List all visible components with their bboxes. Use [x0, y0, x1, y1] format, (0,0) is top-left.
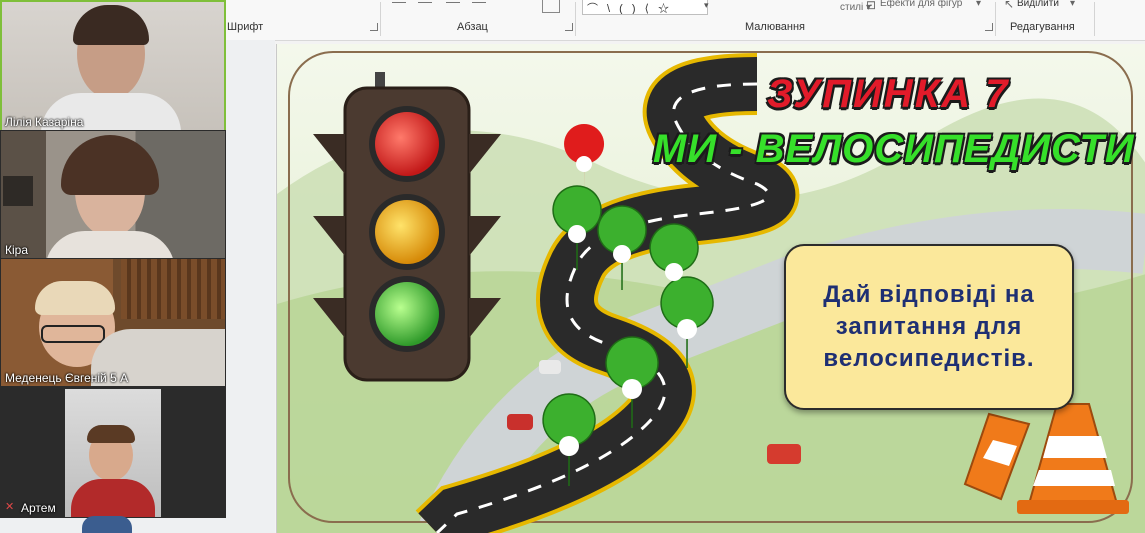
drawing-dialog-launcher-icon[interactable] [985, 23, 993, 31]
ribbon-separator [1094, 2, 1095, 36]
car [767, 444, 801, 464]
ribbon-separator [995, 2, 996, 36]
editing-group-label: Редагування [1010, 21, 1075, 33]
effects-icon[interactable]: ⊡ [866, 0, 876, 12]
justify-icon[interactable] [472, 2, 486, 3]
select-dropdown-icon[interactable]: ▾ [1070, 0, 1075, 9]
shapes-gallery[interactable]: ⌒ \ ( ) ⟨ ☆ [582, 0, 708, 15]
font-group-label: Шрифт [227, 21, 264, 33]
participant-name: Лілія Казаріна [5, 115, 84, 129]
slide-canvas[interactable]: ЗУПИНКА 7 МИ - ВЕЛОСИПЕДИСТИ Дай відпові… [276, 44, 1145, 533]
gallery-dropdown-icon[interactable]: ▾ [704, 0, 709, 11]
align-center-icon[interactable] [418, 2, 432, 3]
select-button[interactable]: Виділити [1017, 0, 1059, 9]
participant-name: Меденець Євгеній 5 А [5, 371, 129, 385]
ribbon-separator [575, 2, 576, 36]
car [539, 360, 561, 374]
align-right-icon[interactable] [446, 2, 460, 3]
participant-glasses [41, 325, 105, 343]
participant-hair [61, 135, 159, 195]
participant-video [65, 389, 161, 517]
wall-picture [3, 176, 33, 206]
slide-title-cyclists: МИ - ВЕЛОСИПЕДИСТИ [653, 127, 1135, 171]
video-tile-participant-1[interactable]: Лілія Казаріна [0, 0, 226, 132]
participant-hair [73, 5, 149, 45]
yellow-light [375, 200, 439, 264]
participant-shirt [45, 231, 175, 259]
video-tile-participant-3[interactable]: Меденець Євгеній 5 А [0, 258, 226, 388]
participant-shirt [71, 479, 155, 517]
video-tile-participant-4[interactable]: ✕ Артем [0, 386, 226, 518]
microphone-muted-icon: ✕ [5, 501, 15, 513]
car [507, 414, 533, 430]
ribbon-separator [380, 2, 381, 36]
columns-icon[interactable] [542, 0, 560, 13]
video-tile-participant-2[interactable]: Кіра [0, 130, 226, 260]
participant-hair [35, 281, 115, 315]
participant-name: Кіра [5, 243, 29, 257]
furniture-background [121, 259, 225, 319]
drawing-group-label: Малювання [745, 21, 806, 33]
participant-name: Артем [21, 501, 56, 515]
slide-title-stop: ЗУПИНКА 7 [767, 72, 1010, 116]
paragraph-group-label: Абзац [457, 21, 488, 33]
question-text: Дай відповіді на запитання для велосипед… [823, 281, 1035, 372]
red-light [375, 112, 439, 176]
green-light [375, 282, 439, 346]
align-left-icon[interactable] [392, 2, 406, 3]
styles-label[interactable]: стилі [840, 2, 863, 13]
cursor-icon: ↖ [1004, 0, 1015, 11]
participant-hair [87, 425, 135, 443]
font-dialog-launcher-icon[interactable] [370, 23, 378, 31]
effects-dropdown-icon[interactable]: ▾ [976, 0, 981, 9]
paragraph-dialog-launcher-icon[interactable] [565, 23, 573, 31]
shape-effects-label[interactable]: Ефекти для фігур [880, 0, 962, 9]
question-callout: Дай відповіді на запитання для велосипед… [784, 244, 1074, 410]
partial-avatar [82, 516, 132, 533]
